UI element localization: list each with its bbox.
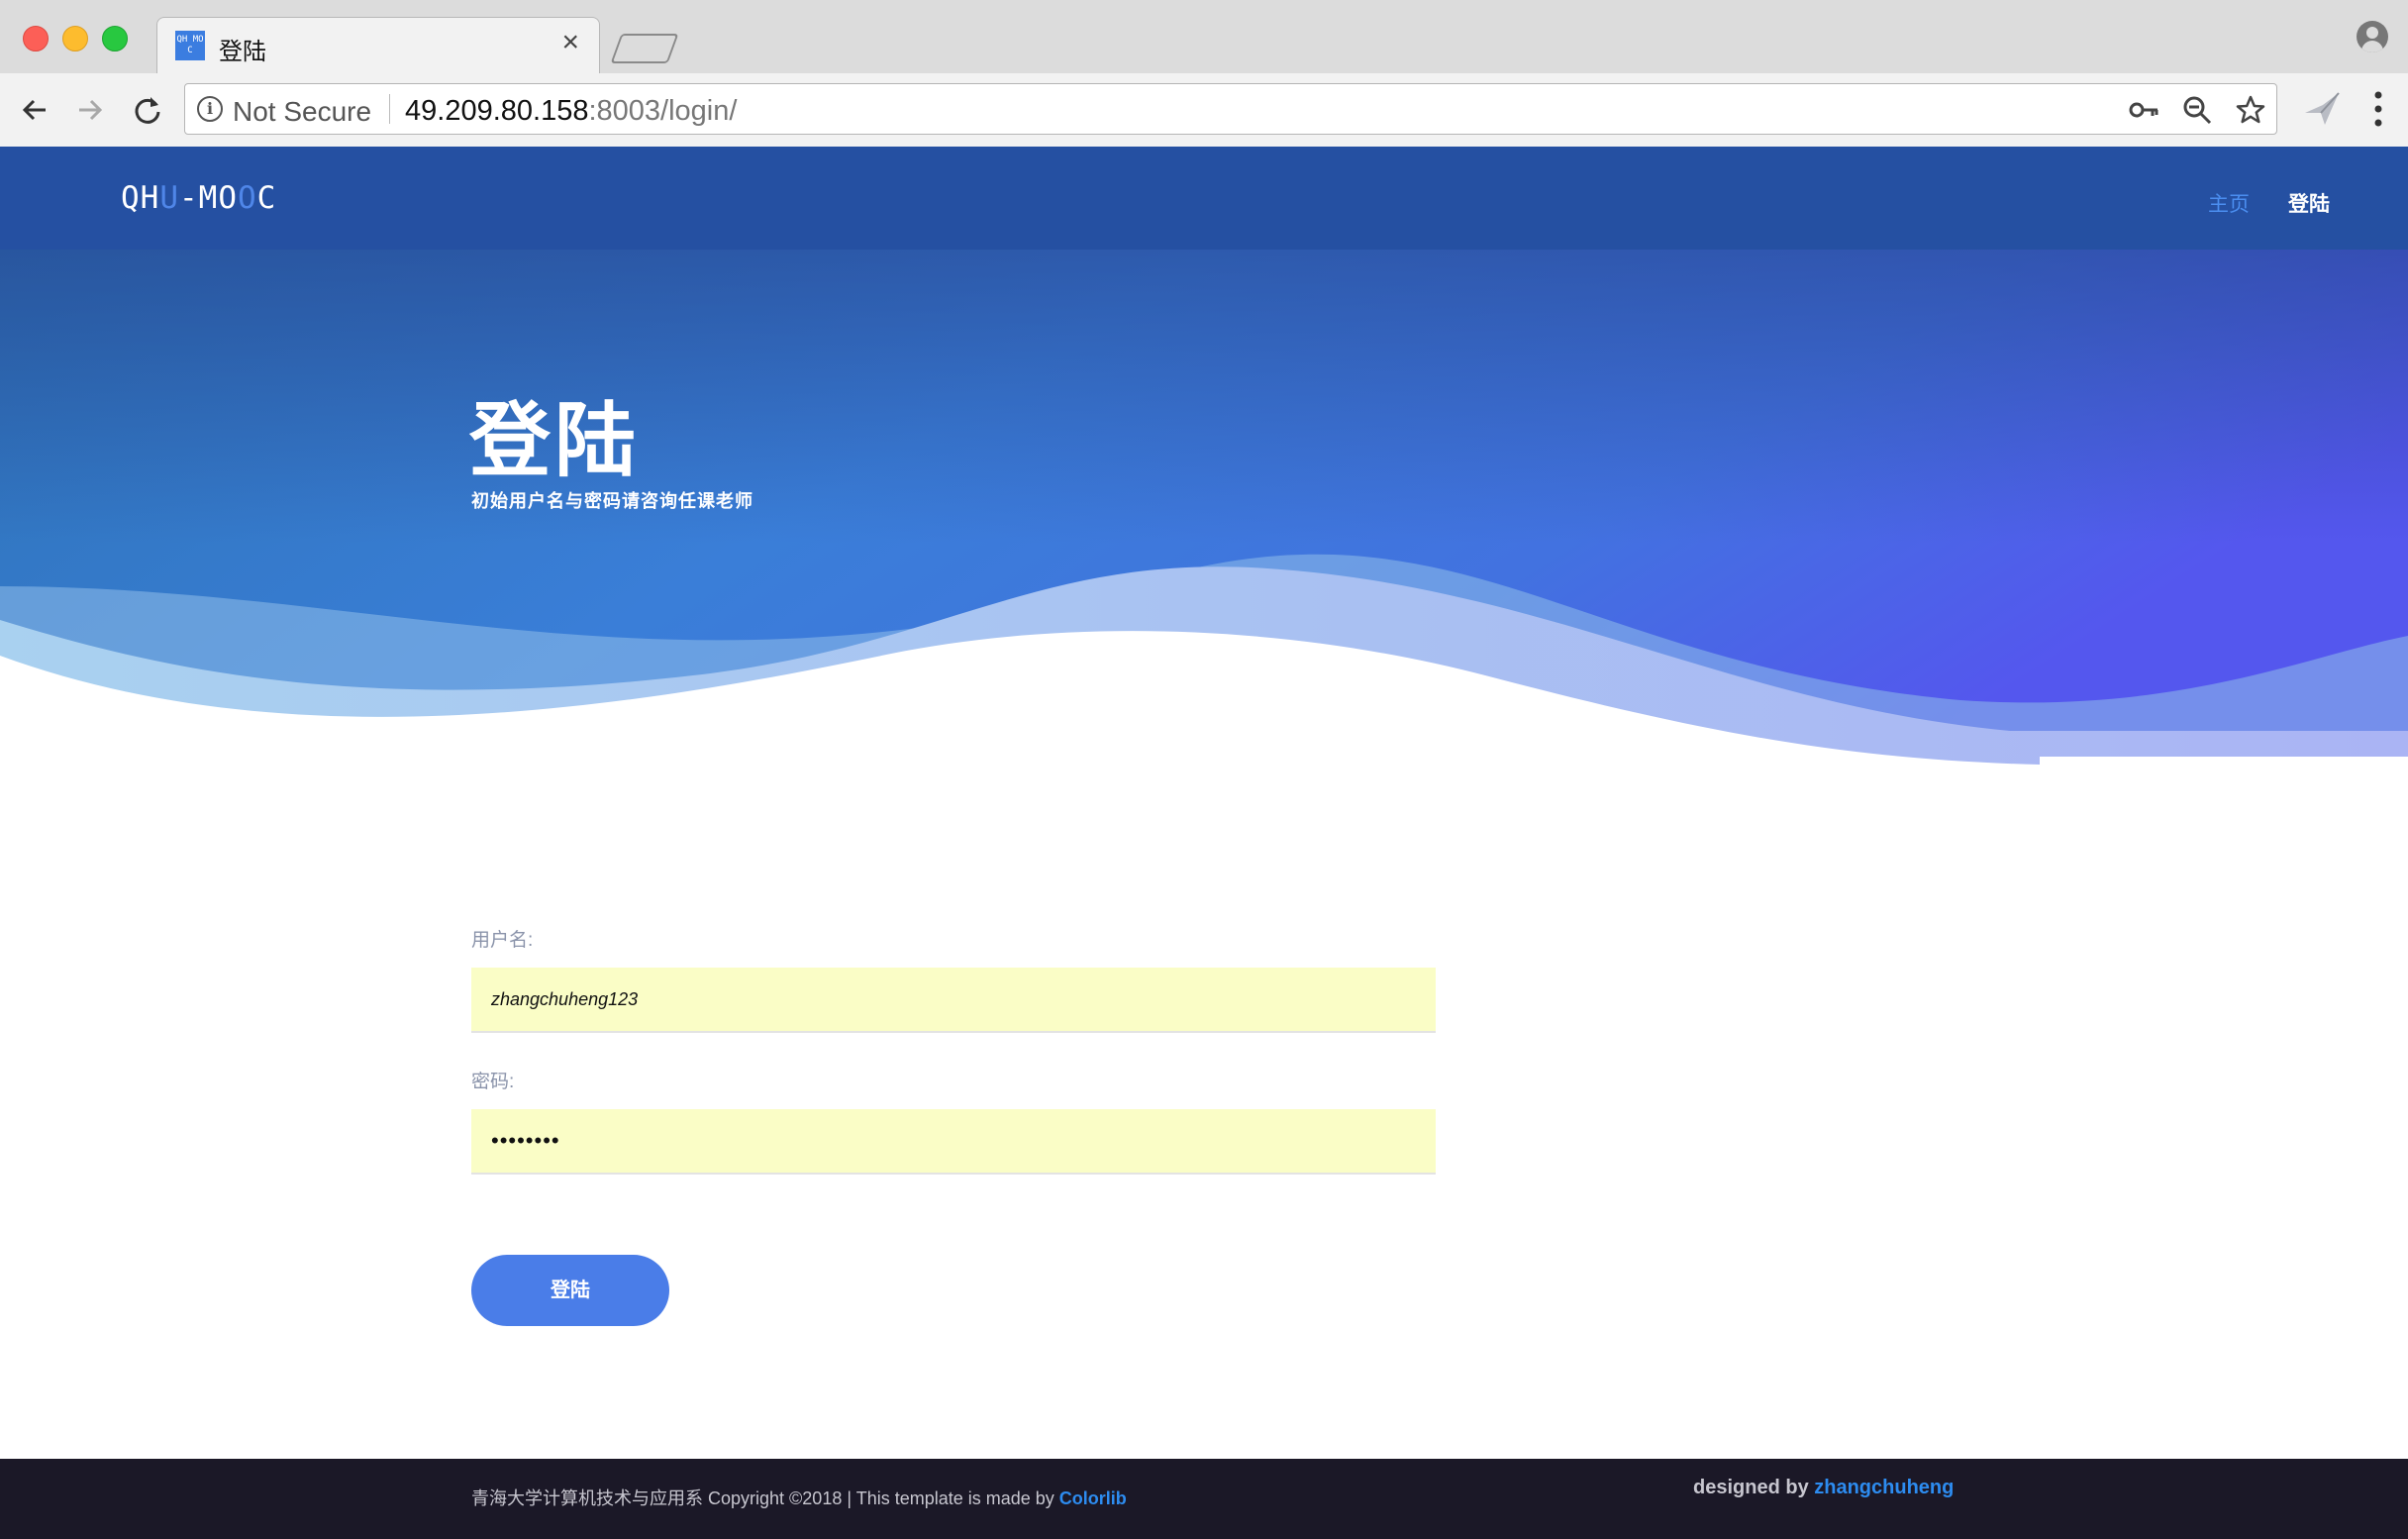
footer-designer: designed by zhangchuheng: [1693, 1477, 1955, 1498]
zoom-out-icon[interactable]: [2181, 94, 2213, 126]
browser-tab[interactable]: QH MO C 登陆 ×: [156, 17, 600, 74]
minimize-window-button[interactable]: [62, 26, 88, 51]
forward-arrow-icon[interactable]: [73, 93, 107, 127]
login-form: 用户名: zhangchuheng123 密码: ••••••••: [471, 925, 1436, 1175]
nav-login-link[interactable]: 登陆: [2288, 188, 2330, 218]
hero-wave-background: [0, 250, 2408, 784]
page-viewport: QHU-MOOC 主页 登陆 登陆 初始用户名与密码请咨询任课老师 用户名: z…: [0, 147, 2408, 1539]
more-menu-icon[interactable]: [2374, 89, 2382, 129]
favicon-icon: QH MO C: [175, 31, 205, 60]
new-tab-button[interactable]: [610, 34, 679, 63]
page-title: 登陆: [469, 396, 641, 486]
bookmark-star-icon[interactable]: [2235, 94, 2266, 126]
site-logo[interactable]: QHU-MOOC: [121, 180, 276, 216]
info-icon[interactable]: i: [197, 96, 223, 122]
password-input[interactable]: ••••••••: [471, 1109, 1436, 1175]
page-subtitle: 初始用户名与密码请咨询任课老师: [471, 491, 753, 511]
hero-banner: 登陆 初始用户名与密码请咨询任课老师: [0, 250, 2408, 784]
address-bar[interactable]: i Not Secure 49.209.80.158:8003/login/: [184, 83, 2277, 135]
security-label: Not Secure: [233, 96, 372, 127]
close-window-button[interactable]: [23, 26, 49, 51]
footer-copyright: 青海大学计算机技术与应用系 Copyright ©2018 | This tem…: [471, 1488, 1127, 1508]
nav-home-link[interactable]: 主页: [2208, 188, 2250, 218]
key-icon[interactable]: [2128, 94, 2159, 126]
tab-close-icon[interactable]: ×: [561, 28, 579, 57]
tab-title: 登陆: [219, 39, 266, 65]
reload-icon[interactable]: [131, 93, 164, 127]
password-label: 密码:: [471, 1072, 515, 1092]
profile-icon[interactable]: [2357, 21, 2388, 52]
colorlib-link[interactable]: Colorlib: [1059, 1488, 1127, 1508]
extension-bird-icon[interactable]: [2303, 91, 2343, 127]
browser-toolbar: i Not Secure 49.209.80.158:8003/login/: [0, 73, 2408, 148]
username-label: 用户名:: [471, 930, 534, 951]
back-arrow-icon[interactable]: [18, 93, 51, 127]
browser-titlebar: QH MO C 登陆 ×: [0, 0, 2408, 74]
url-text[interactable]: 49.209.80.158:8003/login/: [405, 95, 737, 128]
address-divider: [389, 94, 390, 124]
login-submit-button[interactable]: 登陆: [471, 1255, 669, 1326]
username-input[interactable]: zhangchuheng123: [471, 968, 1436, 1033]
site-footer: 青海大学计算机技术与应用系 Copyright ©2018 | This tem…: [0, 1459, 2408, 1539]
maximize-window-button[interactable]: [102, 26, 128, 51]
designer-link[interactable]: zhangchuheng: [1814, 1477, 1954, 1498]
site-header: QHU-MOOC 主页 登陆: [0, 147, 2408, 250]
